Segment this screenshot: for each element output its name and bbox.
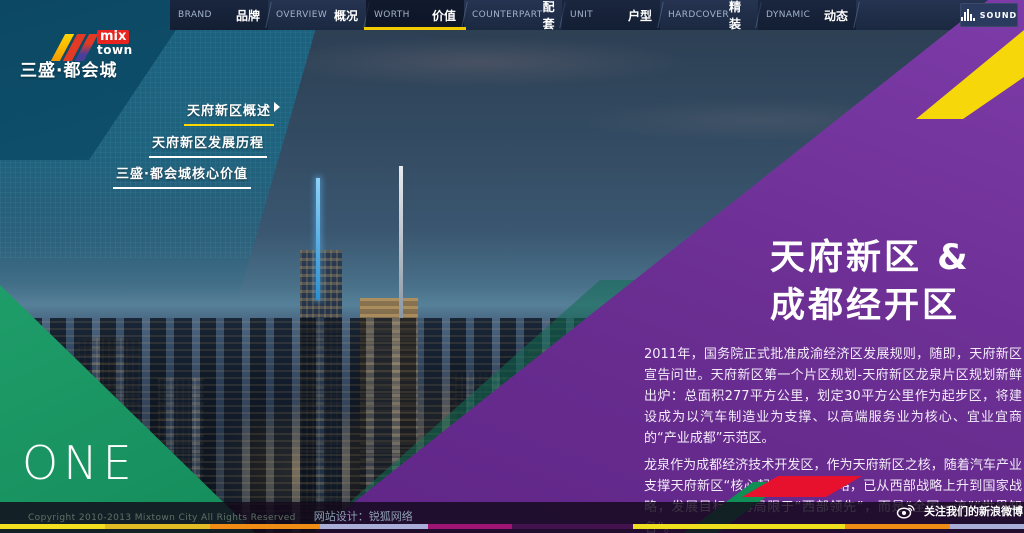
nav-tab-en: BRAND: [178, 10, 212, 20]
nav-tab-en: COUNTERPART: [472, 10, 543, 20]
nav-tab-unit[interactable]: UNIT 户型: [562, 0, 660, 30]
section-number-marker: ONE: [22, 436, 137, 490]
nav-tab-zh: 价值: [432, 7, 456, 24]
nav-tab-brand[interactable]: BRAND 品牌: [170, 0, 268, 30]
footer-left: Copyright 2010-2013 Mixtown City All Rig…: [28, 508, 413, 524]
section-title-line1: 天府新区 &: [770, 234, 971, 282]
sidebar-item-core-value[interactable]: 三盛·都会城核心价值: [113, 163, 251, 189]
nav-tab-zh: 品牌: [236, 7, 260, 24]
logo-brand-name: 三盛·都会城: [20, 56, 117, 81]
spire-shape: [316, 178, 320, 300]
nav-tab-counterpart[interactable]: COUNTERPART 配套: [464, 0, 562, 30]
nav-tab-dynamic[interactable]: DYNAMIC 动态: [758, 0, 856, 30]
bottom-color-stripe: [0, 524, 1024, 529]
stripe-segment: [845, 524, 950, 529]
nav-tab-hardcover[interactable]: HARDCOVER 精装: [660, 0, 758, 30]
stripe-segment: [210, 524, 320, 529]
nav-tab-en: HARDCOVER: [668, 10, 729, 20]
equalizer-icon: [961, 9, 975, 21]
nav-tab-zh: 概况: [334, 7, 358, 24]
logo-mix-word: mix: [97, 30, 129, 44]
stripe-segment: [428, 524, 512, 529]
nav-tab-zh: 精装: [729, 0, 750, 32]
nav-tab-en: UNIT: [570, 10, 593, 20]
section-title-line2: 成都经开区: [770, 282, 971, 330]
sidebar-item-history[interactable]: 天府新区发展历程: [149, 132, 267, 158]
nav-tab-worth[interactable]: WORTH 价值: [366, 0, 464, 30]
active-item-arrow-icon: [274, 102, 280, 112]
page: BRAND 品牌 OVERVIEW 概况 WORTH 价值 COUNTERPAR…: [0, 0, 1024, 533]
sound-label: SOUND: [980, 11, 1017, 20]
main-nav: BRAND 品牌 OVERVIEW 概况 WORTH 价值 COUNTERPAR…: [170, 0, 1024, 30]
paragraph-1: 2011年，国务院正式批准成渝经济区发展规则，随即，天府新区宣告问世。天府新区第…: [644, 344, 1022, 449]
copyright-text: Copyright 2010-2013 Mixtown City All Rig…: [28, 513, 296, 523]
stripe-segment: [512, 524, 633, 529]
section-title: 天府新区 & 成都经开区: [770, 234, 971, 330]
nav-tab-zh: 配套: [543, 0, 555, 32]
nav-tab-en: DYNAMIC: [766, 10, 810, 20]
spire-shape: [399, 166, 403, 318]
sound-button[interactable]: SOUND: [960, 3, 1018, 27]
nav-tab-en: OVERVIEW: [276, 10, 327, 20]
design-credit-text: 网站设计：锐狐网络: [314, 508, 413, 524]
nav-tab-en: WORTH: [374, 10, 410, 20]
weibo-icon: [896, 503, 916, 519]
stripe-segment: [950, 524, 1024, 529]
sidebar-item-overview[interactable]: 天府新区概述: [184, 100, 274, 126]
stripe-segment: [105, 524, 210, 529]
weibo-link[interactable]: 关注我们的新浪微博: [896, 503, 1023, 519]
nav-tab-zh: 动态: [824, 7, 848, 24]
stripe-segment: [0, 524, 105, 529]
stripe-segment: [633, 524, 845, 529]
weibo-label: 关注我们的新浪微博: [924, 503, 1023, 519]
nav-tab-zh: 户型: [628, 7, 652, 24]
nav-tab-overview[interactable]: OVERVIEW 概况: [268, 0, 366, 30]
site-logo[interactable]: mix town 三盛·都会城: [0, 0, 170, 95]
stripe-segment: [320, 524, 428, 529]
